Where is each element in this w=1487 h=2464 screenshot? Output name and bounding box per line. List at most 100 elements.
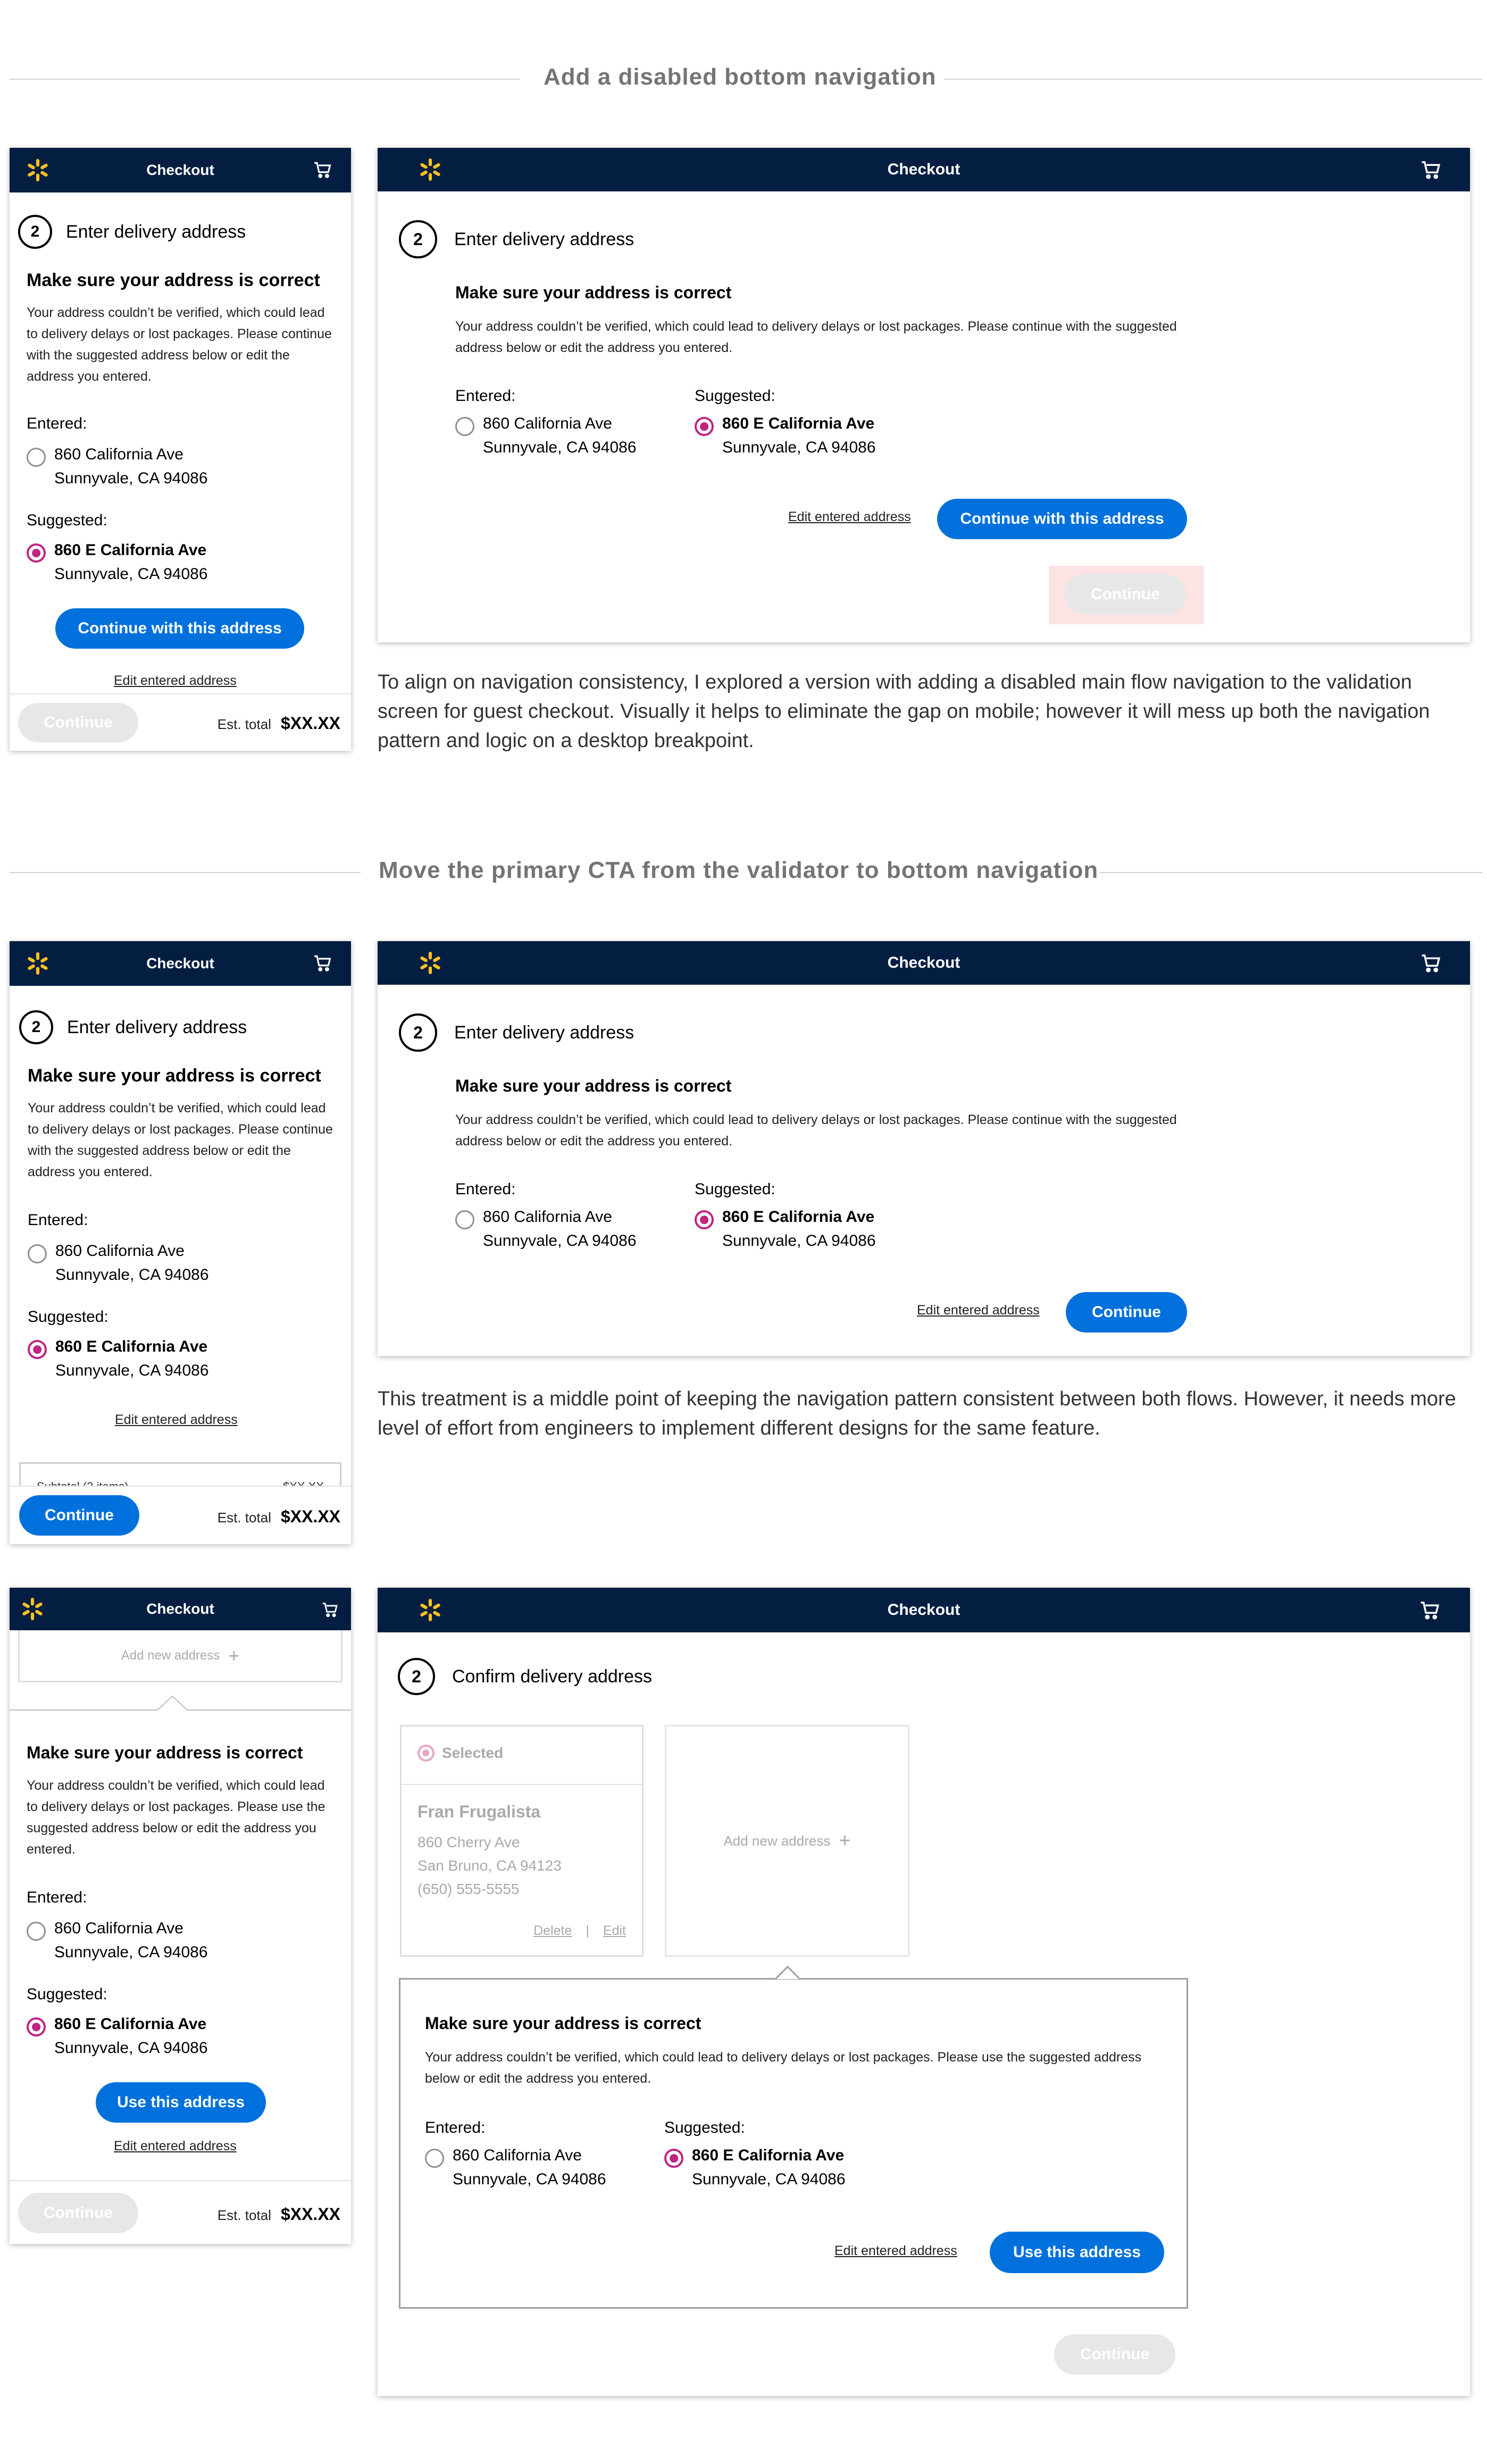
continue-button-disabled[interactable]: Continue xyxy=(1054,2334,1175,2375)
suggested-label: Suggested: xyxy=(28,1308,108,1326)
cart-icon[interactable] xyxy=(1420,952,1442,974)
edit-link[interactable]: Edit xyxy=(603,1923,626,1939)
suggested-line2: Sunnyvale, CA 94086 xyxy=(54,2039,208,2057)
saved-address-card[interactable]: Selected Fran Frugalista 860 Cherry Ave … xyxy=(400,1725,644,1957)
delete-link[interactable]: Delete xyxy=(533,1923,572,1939)
suggested-label: Suggested: xyxy=(27,512,107,529)
suggested-line1: 860 E California Ave xyxy=(692,2147,845,2164)
section-title: Add a disabled bottom navigation xyxy=(544,64,937,90)
cart-icon[interactable] xyxy=(1420,158,1442,181)
suggested-line2: Sunnyvale, CA 94086 xyxy=(722,1232,876,1250)
use-this-address-button[interactable]: Use this address xyxy=(96,2082,266,2123)
desktop-checkout-screen: Checkout 2 Confirm delivery address Sele… xyxy=(378,1588,1470,2396)
checkout-step: 2 Enter delivery address xyxy=(399,1013,634,1052)
use-this-address-button[interactable]: Use this address xyxy=(990,2232,1164,2273)
continue-button-disabled[interactable]: Continue xyxy=(1065,574,1186,615)
add-new-address-card[interactable]: Add new address + xyxy=(665,1725,909,1957)
entered-radio[interactable] xyxy=(455,1210,474,1229)
entered-line1: 860 California Ave xyxy=(453,2147,582,2164)
edit-entered-address-link[interactable]: Edit entered address xyxy=(114,2139,237,2154)
suggested-address: 860 E California Ave Sunnyvale, CA 94086 xyxy=(722,1205,876,1253)
entered-radio[interactable] xyxy=(425,2149,444,2168)
address-line2: San Bruno, CA 94123 xyxy=(417,1857,562,1874)
entered-line2: Sunnyvale, CA 94086 xyxy=(483,1232,637,1250)
desktop-checkout-screen: Checkout 2 Enter delivery address Make s… xyxy=(378,148,1470,642)
header-title: Checkout xyxy=(887,161,960,178)
suggested-address: 860 E California Ave Sunnyvale, CA 94086 xyxy=(54,538,208,586)
suggested-radio[interactable] xyxy=(695,417,714,436)
suggested-line2: Sunnyvale, CA 94086 xyxy=(55,1362,209,1379)
suggested-radio[interactable] xyxy=(27,2017,46,2036)
continue-button-disabled[interactable]: Continue xyxy=(18,2193,138,2233)
continue-button-disabled[interactable]: Continue xyxy=(18,703,138,742)
continue-with-address-button[interactable]: Continue with this address xyxy=(937,499,1187,539)
suggested-radio[interactable] xyxy=(695,1210,714,1229)
header: Checkout xyxy=(10,148,351,192)
est-total-label: Est. total xyxy=(217,2207,271,2223)
step-number: 2 xyxy=(398,1658,435,1695)
mobile-checkout-screen: Checkout Add new address + Make sure you… xyxy=(10,1588,351,2244)
suggested-radio[interactable] xyxy=(27,543,46,563)
verify-heading: Make sure your address is correct xyxy=(455,283,732,302)
step-title: Enter delivery address xyxy=(454,229,634,249)
cart-icon[interactable] xyxy=(313,953,333,973)
edit-entered-address-link[interactable]: Edit entered address xyxy=(788,509,911,525)
entered-radio[interactable] xyxy=(455,417,474,436)
est-total-label: Est. total xyxy=(217,716,271,732)
continue-button[interactable]: Continue xyxy=(19,1495,139,1536)
add-new-address-card[interactable]: Add new address + xyxy=(18,1630,342,1682)
entered-label: Entered: xyxy=(27,415,87,432)
edit-entered-address-link[interactable]: Edit entered address xyxy=(114,673,237,689)
suggested-radio[interactable] xyxy=(28,1340,47,1359)
suggested-line1: 860 E California Ave xyxy=(722,1208,875,1226)
suggested-radio[interactable] xyxy=(664,2149,683,2168)
cart-icon[interactable] xyxy=(313,160,333,180)
selected-label: Selected xyxy=(442,1745,504,1761)
suggested-label: Suggested: xyxy=(27,1985,107,2003)
entered-line2: Sunnyvale, CA 94086 xyxy=(453,2170,606,2188)
entered-address: 860 California Ave Sunnyvale, CA 94086 xyxy=(54,1916,208,1964)
continue-with-address-button[interactable]: Continue with this address xyxy=(55,608,304,649)
verify-message: Your address couldn’t be verified, which… xyxy=(27,1778,325,1857)
entered-line1: 860 California Ave xyxy=(54,446,183,463)
selected-radio[interactable] xyxy=(417,1745,435,1762)
mobile-checkout-screen: Checkout 2 Enter delivery address Make s… xyxy=(10,148,351,751)
header-title: Checkout xyxy=(887,1601,960,1619)
estimated-total: Est. total $XX.XX xyxy=(218,714,340,733)
edit-entered-address-link[interactable]: Edit entered address xyxy=(917,1303,1040,1318)
suggested-label: Suggested: xyxy=(695,387,775,405)
bottom-navigation: Continue Est. total $XX.XX xyxy=(10,2180,351,2244)
entered-radio[interactable] xyxy=(28,1244,47,1263)
checkout-step: 2 Enter delivery address xyxy=(18,215,246,249)
entered-address: 860 California Ave Sunnyvale, CA 94086 xyxy=(453,2143,606,2191)
address-phone: (650) 555-5555 xyxy=(417,1881,520,1897)
address-line1: 860 Cherry Ave xyxy=(417,1834,520,1850)
verify-message: Your address couldn’t be verified, which… xyxy=(425,2050,1142,2086)
entered-line2: Sunnyvale, CA 94086 xyxy=(54,1943,208,1961)
bottom-navigation: Continue Est. total $XX.XX xyxy=(10,693,351,751)
suggested-address: 860 E California Ave Sunnyvale, CA 94086 xyxy=(722,412,876,459)
entered-radio[interactable] xyxy=(27,1922,46,1941)
entered-label: Entered: xyxy=(455,387,516,405)
continue-button[interactable]: Continue xyxy=(1066,1292,1187,1332)
verify-heading: Make sure your address is correct xyxy=(27,270,320,290)
checkout-step: 2 Enter delivery address xyxy=(399,220,634,258)
add-new-address-label: Add new address xyxy=(121,1648,220,1663)
verify-message: Your address couldn’t be verified, which… xyxy=(455,1112,1177,1149)
header-title: Checkout xyxy=(146,1600,214,1617)
mobile-checkout-screen: Checkout 2 Enter delivery address Make s… xyxy=(10,941,351,1544)
entered-radio[interactable] xyxy=(27,448,46,467)
verify-heading: Make sure your address is correct xyxy=(425,2014,701,2033)
header-title: Checkout xyxy=(146,162,214,178)
suggested-label: Suggested: xyxy=(695,1180,775,1198)
cart-icon[interactable] xyxy=(321,1600,339,1619)
step-number: 2 xyxy=(399,1013,437,1052)
cart-icon[interactable] xyxy=(1419,1599,1441,1621)
checkout-step: 2 Confirm delivery address xyxy=(398,1658,652,1695)
verify-heading: Make sure your address is correct xyxy=(27,1743,303,1762)
verify-message: Your address couldn’t be verified, which… xyxy=(455,319,1177,355)
edit-entered-address-link[interactable]: Edit entered address xyxy=(115,1412,238,1428)
step-title: Enter delivery address xyxy=(454,1022,634,1043)
edit-entered-address-link[interactable]: Edit entered address xyxy=(834,2243,957,2259)
suggested-address: 860 E California Ave Sunnyvale, CA 94086 xyxy=(692,2143,846,2191)
